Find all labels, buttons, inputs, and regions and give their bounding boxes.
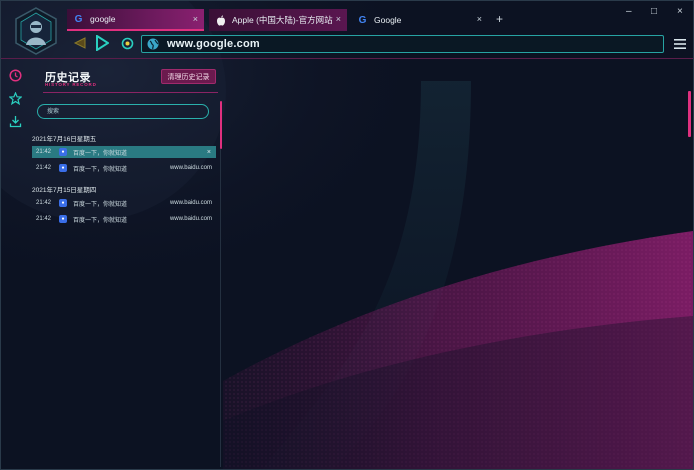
- baidu-paw-icon: ●: [59, 199, 67, 207]
- tab-close-icon[interactable]: ×: [336, 14, 341, 24]
- apple-icon: [215, 14, 226, 26]
- new-tab-button[interactable]: +: [496, 12, 503, 26]
- history-date-header: 2021年7月16日星期五: [32, 136, 97, 143]
- history-item-domain: www.baidu.com: [169, 200, 212, 206]
- maximize-button[interactable]: □: [651, 6, 657, 17]
- menu-icon[interactable]: [674, 39, 686, 49]
- forward-button[interactable]: [95, 35, 109, 51]
- remove-entry-icon[interactable]: ×: [207, 149, 211, 156]
- tab-google-active[interactable]: G google ×: [67, 9, 204, 31]
- history-date-header: 2021年7月15日星期四: [32, 187, 97, 194]
- tab-label: Google: [374, 15, 402, 25]
- download-icon[interactable]: [9, 115, 22, 128]
- address-bar[interactable]: www.google.com: [141, 35, 664, 53]
- clear-history-button[interactable]: 清理历史记录: [161, 69, 216, 84]
- history-time: 21:42: [36, 200, 52, 206]
- history-row[interactable]: 21:42 ● 百度一下，你就知道 www.baidu.com: [32, 197, 216, 209]
- globe-icon: [147, 38, 159, 50]
- page-scrollbar[interactable]: [688, 91, 691, 137]
- browser-window: G google × Apple (中国大陆)-官方网站 × G Google …: [0, 0, 694, 470]
- close-button[interactable]: ×: [677, 6, 683, 17]
- tab-label: google: [90, 14, 116, 24]
- history-row[interactable]: 21:42 ● 百度一下，你就知道 www.baidu.com: [32, 162, 216, 174]
- history-search-input[interactable]: [37, 104, 209, 119]
- baidu-paw-icon: ●: [59, 215, 67, 223]
- tab-apple[interactable]: Apple (中国大陆)-官方网站 ×: [209, 9, 347, 31]
- history-divider: [43, 92, 218, 93]
- google-g-icon: G: [74, 13, 83, 25]
- history-item-title: 百度一下，你就知道: [73, 166, 128, 173]
- history-time: 21:42: [36, 149, 52, 155]
- history-row[interactable]: 21:42 ● 百度一下，你就知道 ×: [32, 146, 216, 158]
- reload-button[interactable]: [121, 37, 134, 50]
- tab-google[interactable]: G Google ×: [351, 9, 488, 31]
- title-bar: G google × Apple (中国大陆)-官方网站 × G Google …: [1, 1, 693, 59]
- history-time: 21:42: [36, 216, 52, 222]
- tab-close-icon[interactable]: ×: [477, 14, 482, 24]
- app-logo: [15, 7, 57, 55]
- clock-icon[interactable]: [9, 69, 22, 82]
- tab-close-icon[interactable]: ×: [193, 14, 198, 24]
- history-scrollbar[interactable]: [220, 101, 222, 149]
- history-item-title: 百度一下，你就知道: [73, 150, 128, 157]
- history-panel: 历史记录 HISTORY RECORD 清理历史记录 2021年7月16日星期五…: [29, 59, 223, 469]
- history-item-title: 百度一下，你就知道: [73, 201, 128, 208]
- history-item-domain: www.baidu.com: [169, 216, 212, 222]
- minimize-button[interactable]: –: [626, 6, 632, 17]
- tab-label: Apple (中国大陆)-官方网站: [232, 15, 333, 25]
- history-subtitle: HISTORY RECORD: [45, 82, 97, 87]
- baidu-paw-icon: ●: [59, 164, 67, 172]
- back-button[interactable]: [73, 37, 87, 49]
- history-time: 21:42: [36, 165, 52, 171]
- google-g-icon: G: [358, 14, 367, 26]
- history-scroll-track: [220, 149, 221, 467]
- baidu-paw-icon: ●: [59, 148, 67, 156]
- url-text: www.google.com: [167, 38, 260, 50]
- star-icon[interactable]: [9, 92, 22, 105]
- history-item-title: 百度一下，你就知道: [73, 217, 128, 224]
- history-item-domain: www.baidu.com: [169, 165, 212, 171]
- history-row[interactable]: 21:42 ● 百度一下，你就知道 www.baidu.com: [32, 213, 216, 225]
